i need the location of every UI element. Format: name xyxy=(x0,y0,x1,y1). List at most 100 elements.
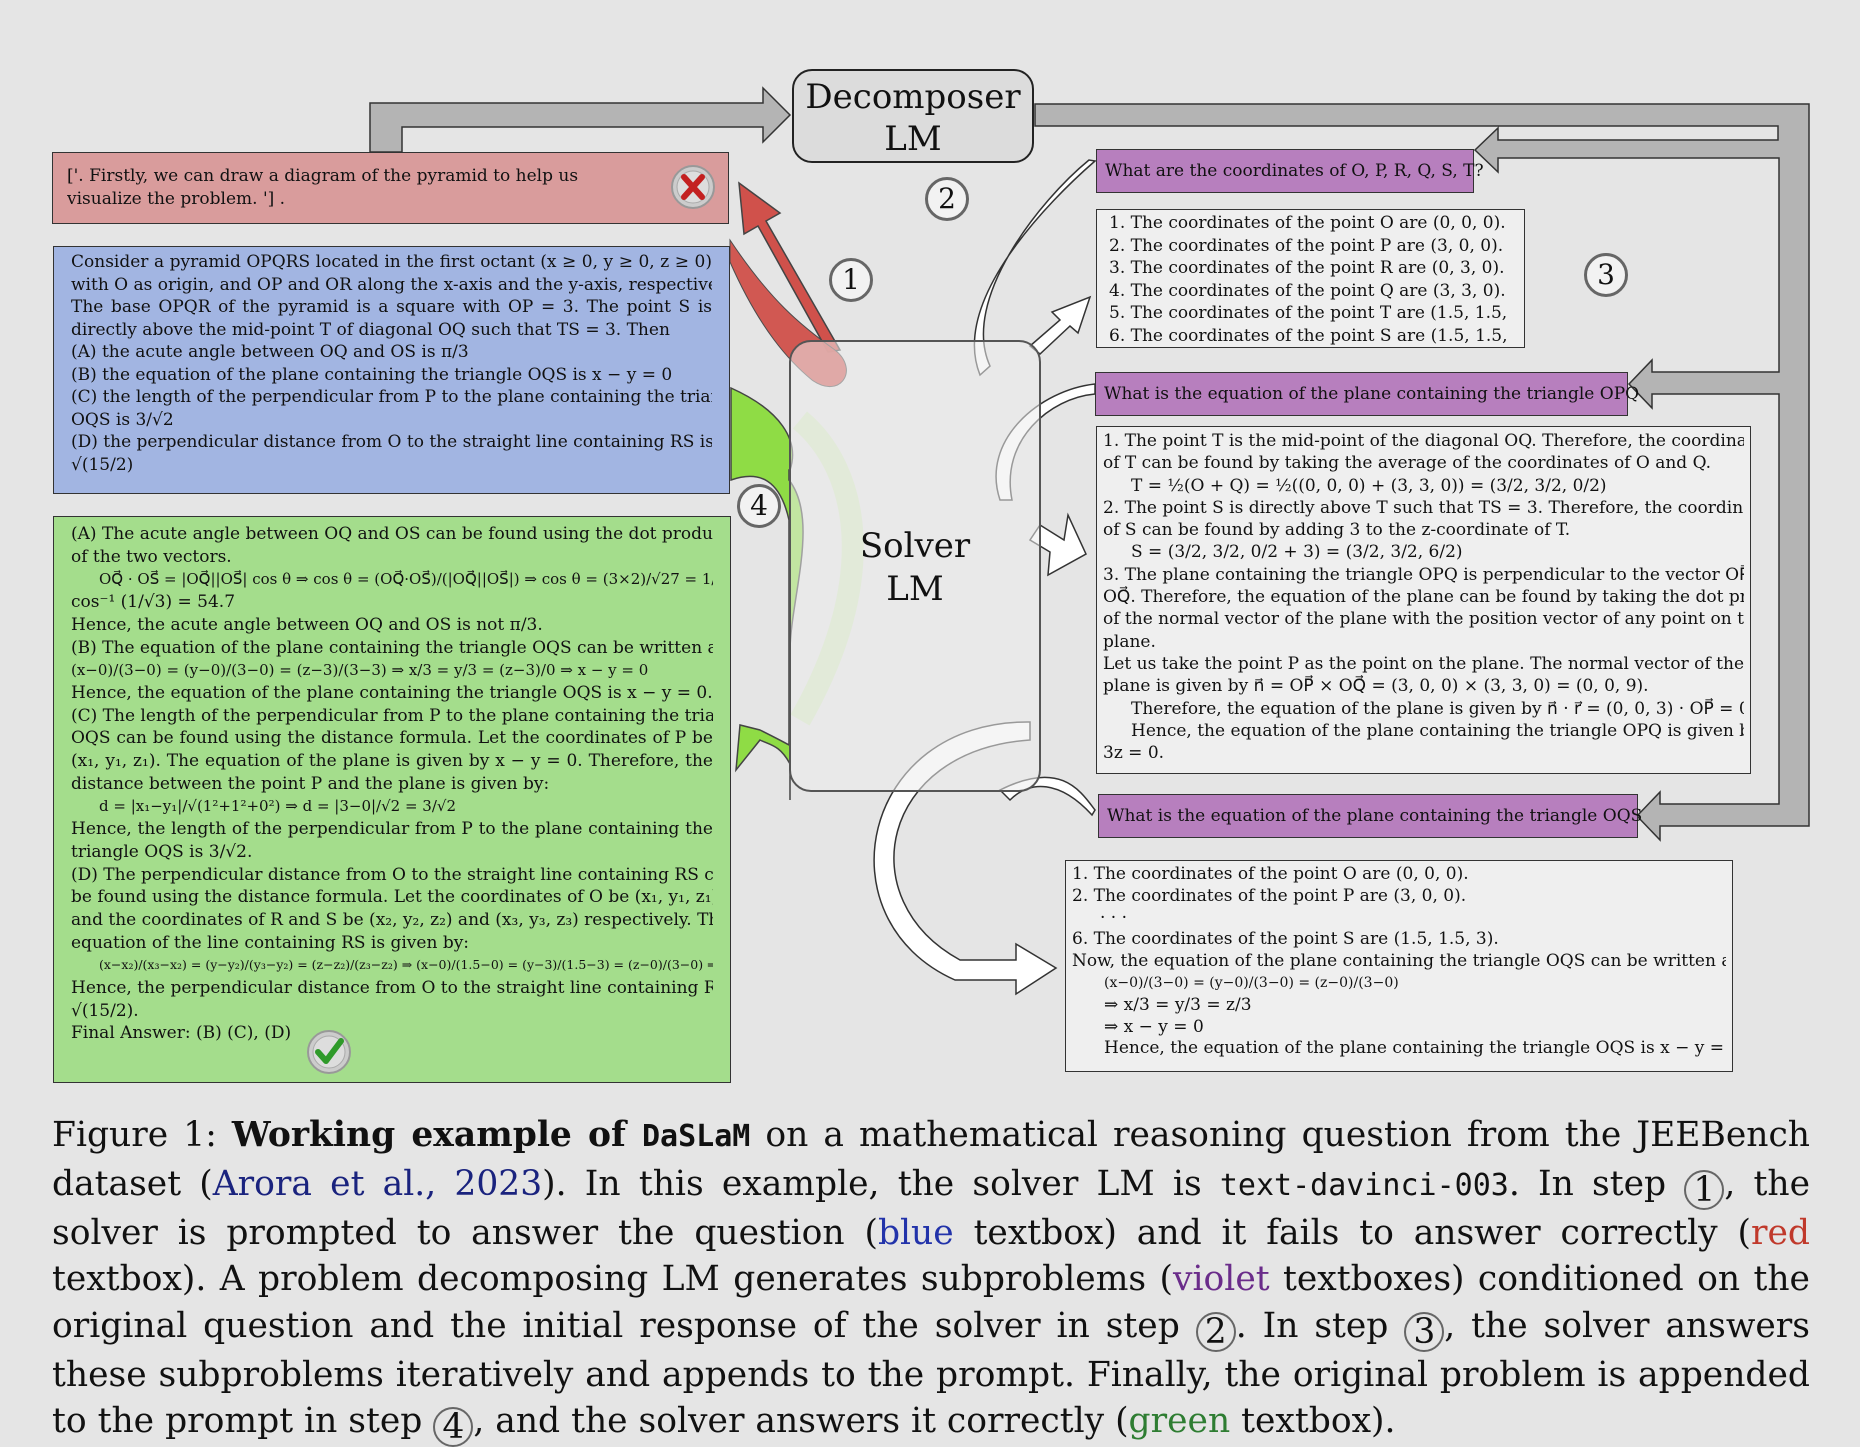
citation-link[interactable]: Arora et al., 2023 xyxy=(213,1164,542,1204)
subanswer-line: 3z = 0. xyxy=(1103,743,1165,764)
caption-blue-word: blue xyxy=(877,1212,954,1253)
red-box-line: ['. Firstly, we can draw a diagram of th… xyxy=(67,166,579,186)
subanswer-line: 1. The point T is the mid-point of the d… xyxy=(1103,431,1744,451)
caption-violet-word: violet xyxy=(1172,1259,1270,1299)
solver-correct-answer-box: (A) The acute angle between OQ and OS ca… xyxy=(53,516,731,1083)
caption-bold-text: Working example of xyxy=(231,1115,626,1155)
green-line: and the coordinates of R and S be (x₂, y… xyxy=(71,909,713,930)
subanswer-line: ⇒ x − y = 0 xyxy=(1104,1016,1204,1037)
subanswer-line: plane. xyxy=(1103,631,1156,652)
step-1-marker: 1 xyxy=(829,258,873,302)
green-line: (B) The equation of the plane containing… xyxy=(71,637,713,658)
caption-step-marker: 1 xyxy=(1684,1169,1725,1210)
subanswer-line: 3. The coordinates of the point R are (0… xyxy=(1109,258,1505,278)
question-line: directly above the mid-point T of diagon… xyxy=(71,319,670,340)
final-answer: Final Answer: (B) (C), (D) xyxy=(71,1023,292,1044)
arrow-answer1-head xyxy=(1028,295,1092,355)
green-line: cos⁻¹ (1/√3) = 54.7 xyxy=(71,592,236,613)
green-check-icon xyxy=(307,1030,351,1074)
green-line: equation of the line containing RS is gi… xyxy=(71,932,470,953)
solver-label: Solver xyxy=(859,526,971,566)
solver-label: LM xyxy=(886,569,944,609)
green-line: triangle OQS is 3/√2. xyxy=(71,841,253,862)
arrow-to-decomposer xyxy=(369,86,792,153)
subquestion-box: What is the equation of the plane contai… xyxy=(1098,794,1642,838)
red-x-icon xyxy=(671,165,715,209)
subanswer-line: (x−0)/(3−0) = (y−0)/(3−0) = (z−0)/(3−0) xyxy=(1104,974,1399,991)
caption-text: ). In this example, the solver LM is xyxy=(542,1163,1202,1204)
decomposer-label: LM xyxy=(884,119,942,159)
subanswer-line: Let us take the point P as the point on … xyxy=(1103,653,1744,674)
subanswer-line: 6. The coordinates of the point S are (1… xyxy=(1072,929,1499,950)
subquestion-box: What is the equation of the plane contai… xyxy=(1095,372,1639,416)
green-line: of the two vectors. xyxy=(71,546,232,567)
step-4-marker: 4 xyxy=(737,484,781,528)
subanswer-line: 6. The coordinates of the point S are (1… xyxy=(1109,325,1512,346)
red-box-line: visualize the problem. '] . xyxy=(67,188,286,209)
question-line: (B) the equation of the plane containing… xyxy=(71,364,673,385)
subanswer-line: 2. The coordinates of the point P are (3… xyxy=(1072,885,1467,906)
caption-label: Figure 1: xyxy=(52,1115,217,1155)
subquestion-box: What are the coordinates of O, P, R, Q, … xyxy=(1096,149,1484,193)
subanswer-line: of the normal vector of the plane with t… xyxy=(1103,609,1744,630)
question-line: (C) the length of the perpendicular from… xyxy=(71,387,712,407)
caption-step-marker: 3 xyxy=(1404,1311,1445,1352)
subanswer-line: 1. The coordinates of the point O are (0… xyxy=(1072,864,1469,884)
subanswer-box: 1. The point T is the mid-point of the d… xyxy=(1096,426,1751,774)
subanswer-line: 2. The point S is directly above T such … xyxy=(1103,497,1744,518)
green-line: OQS can be found using the distance form… xyxy=(71,728,713,749)
green-line: OQ⃗ · OS⃗ = |OQ⃗||OS⃗| cos θ ⇒ cos θ = (… xyxy=(99,570,713,589)
green-line: Hence, the acute angle between OQ and OS… xyxy=(71,614,543,635)
green-line: (D) The perpendicular distance from O to… xyxy=(71,864,713,885)
subanswer-line: 4. The coordinates of the point Q are (3… xyxy=(1109,280,1506,301)
green-line: distance between the point P and the pla… xyxy=(71,773,550,794)
subanswer-line: plane is given by n⃗ = OP⃗ × OQ⃗ = (3, 0… xyxy=(1103,676,1649,697)
question-line: (A) the acute angle between OQ and OS is… xyxy=(71,342,469,362)
subanswer-line: OQ⃗. Therefore, the equation of the plan… xyxy=(1103,587,1744,608)
caption-step-marker: 2 xyxy=(1195,1311,1236,1352)
subanswer-line: S = (3/2, 3/2, 0/2 + 3) = (3/2, 3/2, 6/2… xyxy=(1131,542,1463,563)
green-line: √(15/2). xyxy=(71,1000,139,1021)
solver-wrong-response-box: ['. Firstly, we can draw a diagram of th… xyxy=(52,152,729,224)
question-line: OQS is 3/√2 xyxy=(71,409,174,430)
solver-lm: Solver LM xyxy=(789,340,1041,792)
caption-method-name: DaSLaM xyxy=(641,1119,751,1154)
question-line: Consider a pyramid OPQRS located in the … xyxy=(71,252,712,272)
question-line: √(15/2) xyxy=(71,454,134,475)
green-line: be found using the distance formula. Let… xyxy=(71,887,713,908)
subanswer-line: ⇒ x/3 = y/3 = z/3 xyxy=(1104,994,1252,1015)
subanswer-line: Hence, the equation of the plane contain… xyxy=(1131,720,1744,741)
question-line: The base OPQR of the pyramid is a square… xyxy=(71,297,712,317)
question-line: with O as origin, and OP and OR along th… xyxy=(71,274,712,295)
green-line: (x−x₂)/(x₃−x₂) = (y−y₂)/(y₃−y₂) = (z−z₂)… xyxy=(99,957,713,973)
caption-red-word: red xyxy=(1750,1212,1810,1253)
subanswer-line: 3. The plane containing the triangle OPQ… xyxy=(1103,564,1744,585)
decomposer-label: Decomposer xyxy=(805,77,1021,117)
green-line: Hence, the perpendicular distance from O… xyxy=(71,978,713,999)
subanswer-line: 5. The coordinates of the point T are (1… xyxy=(1109,303,1512,323)
step-2-marker: 2 xyxy=(925,177,969,221)
caption-green-word: green xyxy=(1128,1401,1231,1441)
subanswer-line: 2. The coordinates of the point P are (3… xyxy=(1109,235,1504,256)
subanswer-line: T = ½(O + Q) = ½((0, 0, 0) + (3, 3, 0)) … xyxy=(1131,475,1607,496)
question-box: Consider a pyramid OPQRS located in the … xyxy=(53,246,730,494)
subanswer-line: Therefore, the equation of the plane is … xyxy=(1131,698,1744,719)
caption-text: . In step xyxy=(1235,1305,1389,1346)
green-line: Hence, the equation of the plane contain… xyxy=(71,682,713,703)
caption-text: textbox). xyxy=(1241,1401,1396,1441)
green-line: (x₁, y₁, z₁). The equation of the plane … xyxy=(71,751,713,772)
subanswer-line: Now, the equation of the plane containin… xyxy=(1072,951,1726,972)
figure-caption: Figure 1: Working example of DaSLaM on a… xyxy=(52,1112,1810,1447)
caption-text: , and the solver answers it correctly ( xyxy=(473,1401,1129,1441)
decomposer-lm: Decomposer LM xyxy=(792,69,1034,163)
subanswer-line: 1. The coordinates of the point O are (0… xyxy=(1109,213,1506,233)
subanswer-box: 1. The coordinates of the point O are (0… xyxy=(1096,209,1525,348)
green-line: d = |x₁−y₁|/√(1²+1²+0²) ⇒ d = |3−0|/√2 =… xyxy=(99,797,456,816)
green-line: (C) The length of the perpendicular from… xyxy=(71,705,713,726)
subanswer-line: Hence, the equation of the plane contain… xyxy=(1104,1038,1726,1059)
question-line: (D) the perpendicular distance from O to… xyxy=(71,432,712,452)
step-3-marker: 3 xyxy=(1584,253,1628,297)
green-line: (A) The acute angle between OQ and OS ca… xyxy=(71,524,713,544)
subanswer-line: · · · xyxy=(1100,907,1128,928)
caption-model-name: text-davinci-003 xyxy=(1219,1167,1509,1203)
